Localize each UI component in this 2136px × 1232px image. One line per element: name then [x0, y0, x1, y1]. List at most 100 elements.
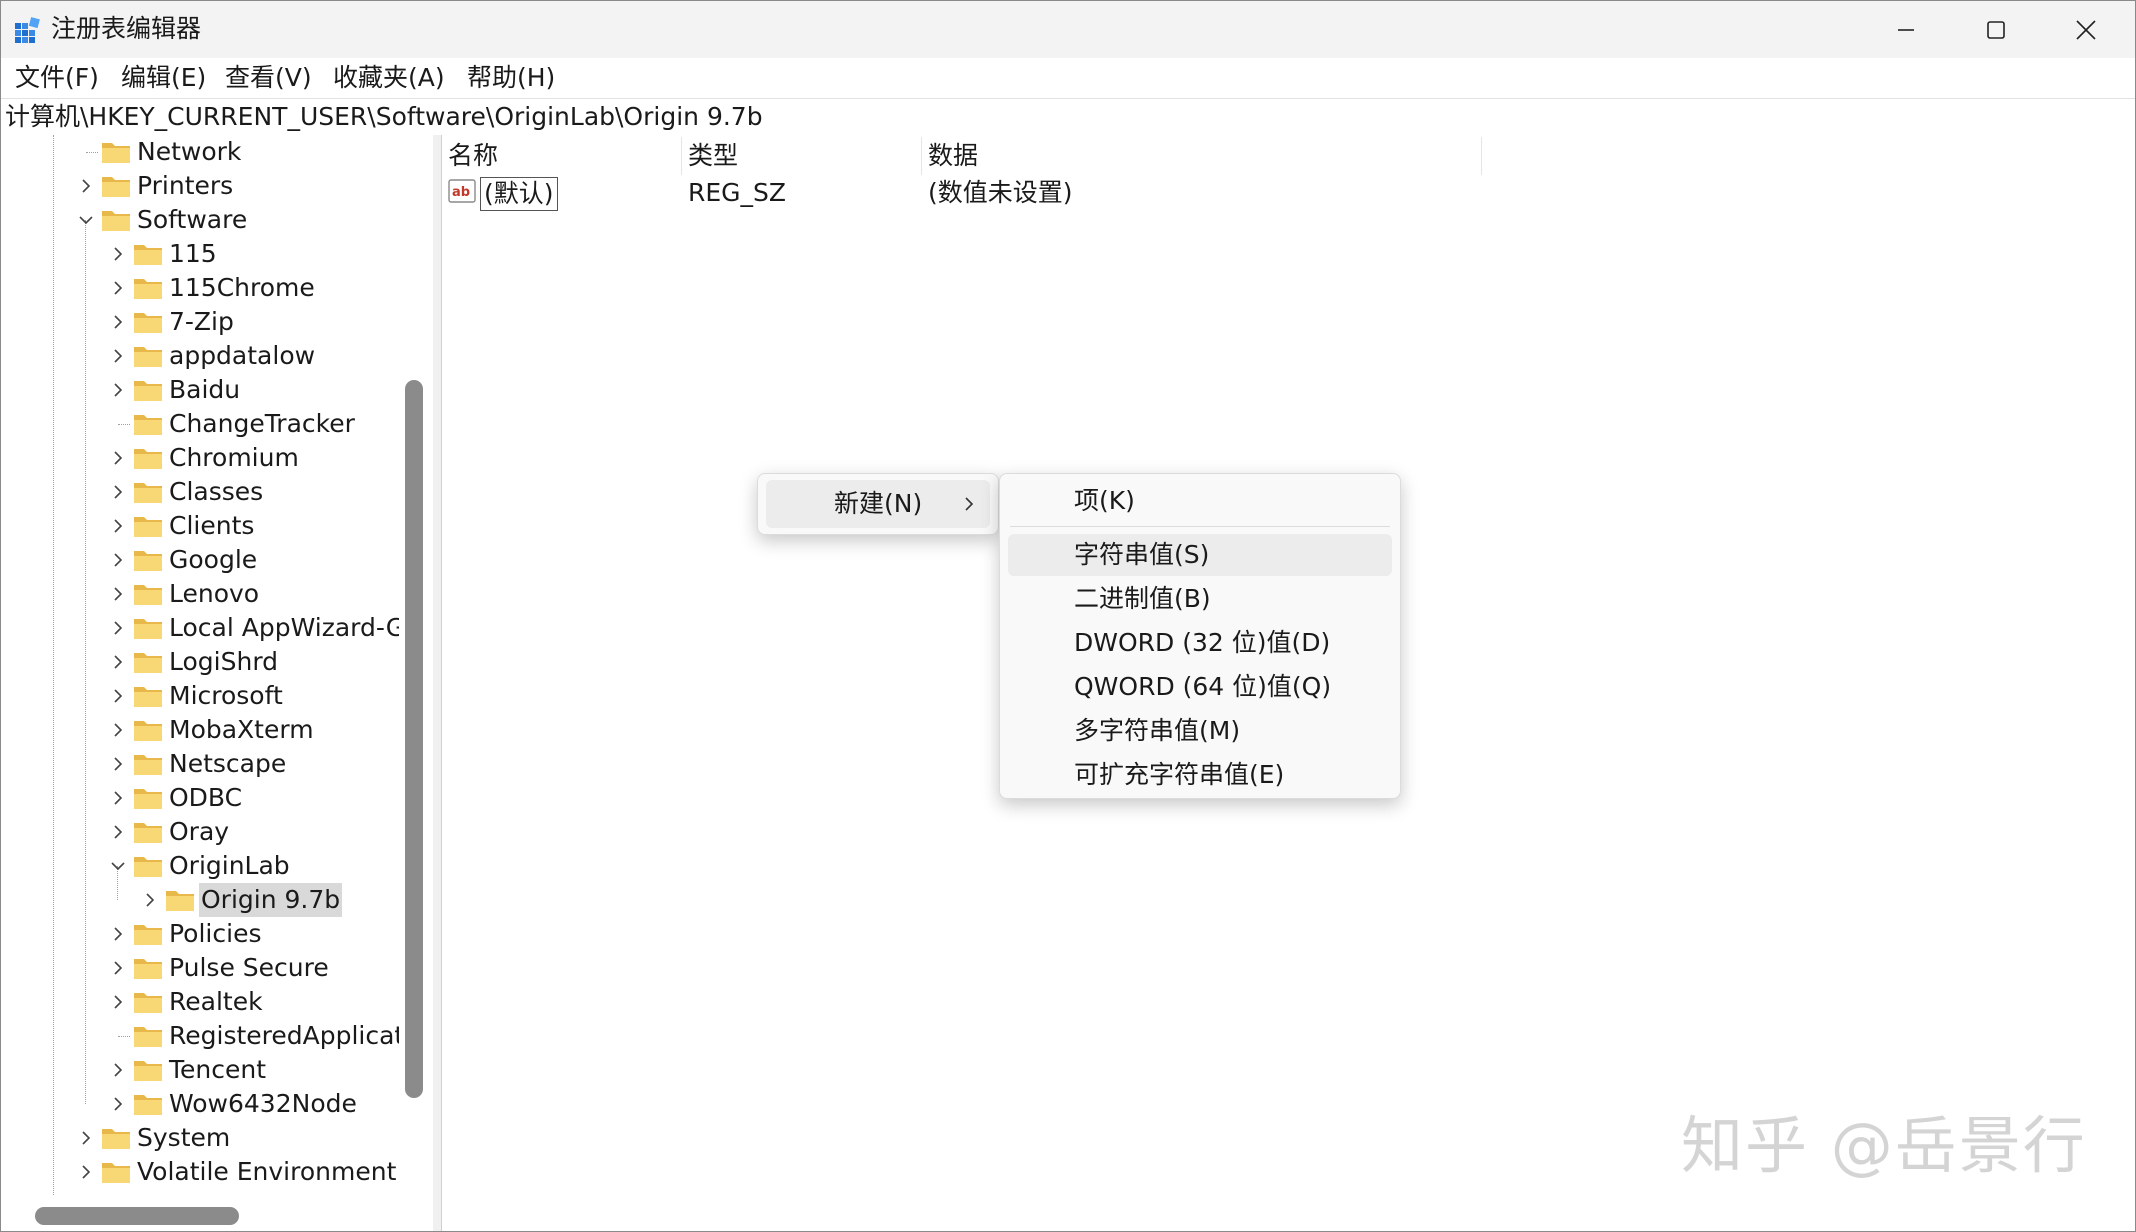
- tree-item[interactable]: Oray: [1, 815, 399, 849]
- chevron-right-icon[interactable]: [107, 611, 129, 645]
- submenu-separator: [1010, 526, 1390, 527]
- chevron-right-icon[interactable]: [107, 509, 129, 543]
- tree-item[interactable]: Origin 9.7b: [1, 883, 399, 917]
- tree-item-label: Network: [137, 137, 242, 166]
- menu-help[interactable]: 帮助(H): [463, 62, 559, 94]
- tree-item[interactable]: Baidu: [1, 373, 399, 407]
- tree-item[interactable]: Classes: [1, 475, 399, 509]
- context-menu-new[interactable]: 新建(N): [766, 480, 990, 528]
- tree-item[interactable]: LogiShrd: [1, 645, 399, 679]
- folder-icon: [102, 177, 130, 197]
- tree-vertical-scroll-thumb[interactable]: [405, 380, 423, 1098]
- submenu-item-multi-string-value[interactable]: 多字符串值(M): [1008, 710, 1392, 752]
- chevron-right-icon[interactable]: [107, 679, 129, 713]
- close-button[interactable]: [2041, 1, 2131, 58]
- tree-item[interactable]: 7-Zip: [1, 305, 399, 339]
- chevron-right-icon[interactable]: [107, 1053, 129, 1087]
- chevron-right-icon[interactable]: [75, 1155, 97, 1189]
- menu-favorites[interactable]: 收藏夹(A): [329, 62, 449, 94]
- chevron-right-icon[interactable]: [107, 305, 129, 339]
- tree-item[interactable]: Local AppWizard-Ge: [1, 611, 399, 645]
- menu-view[interactable]: 查看(V): [221, 62, 316, 94]
- chevron-right-icon[interactable]: [107, 781, 129, 815]
- chevron-right-icon[interactable]: [139, 883, 161, 917]
- folder-icon: [134, 721, 162, 741]
- tree-item[interactable]: Chromium: [1, 441, 399, 475]
- column-header-data[interactable]: 数据: [922, 137, 1482, 175]
- submenu-item-binary-value[interactable]: 二进制值(B): [1008, 578, 1392, 620]
- tree-item[interactable]: 115Chrome: [1, 271, 399, 305]
- tree-item[interactable]: Network: [1, 135, 399, 169]
- chevron-right-icon[interactable]: [107, 985, 129, 1019]
- tree-horizontal-scroll-thumb[interactable]: [35, 1207, 239, 1225]
- chevron-right-icon[interactable]: [107, 713, 129, 747]
- tree-item[interactable]: Realtek: [1, 985, 399, 1019]
- minimize-button[interactable]: [1861, 1, 1951, 58]
- chevron-right-icon[interactable]: [107, 917, 129, 951]
- value-name[interactable]: (默认): [480, 177, 558, 211]
- address-bar[interactable]: 计算机\HKEY_CURRENT_USER\Software\OriginLab…: [1, 98, 2135, 136]
- submenu-item-string-value[interactable]: 字符串值(S): [1008, 534, 1392, 576]
- chevron-right-icon[interactable]: [107, 271, 129, 305]
- folder-icon: [134, 993, 162, 1013]
- folder-icon: [166, 891, 194, 911]
- address-path[interactable]: 计算机\HKEY_CURRENT_USER\Software\OriginLab…: [5, 100, 763, 134]
- tree-item[interactable]: Netscape: [1, 747, 399, 781]
- tree-item[interactable]: Google: [1, 543, 399, 577]
- menu-file[interactable]: 文件(F): [11, 62, 103, 94]
- chevron-right-icon[interactable]: [107, 645, 129, 679]
- tree-item[interactable]: Software: [1, 203, 399, 237]
- tree-item[interactable]: Microsoft: [1, 679, 399, 713]
- chevron-right-icon[interactable]: [107, 339, 129, 373]
- tree-item[interactable]: OriginLab: [1, 849, 399, 883]
- pane-splitter[interactable]: [433, 135, 442, 1231]
- registry-editor-window: 注册表编辑器 文件(F) 编辑(E) 查看(V) 收藏夹(A) 帮助(H) 计算…: [0, 0, 2136, 1232]
- tree-item-label: Pulse Secure: [169, 953, 329, 982]
- tree-item[interactable]: ODBC: [1, 781, 399, 815]
- chevron-right-icon[interactable]: [107, 441, 129, 475]
- column-header-type[interactable]: 类型: [682, 137, 922, 175]
- chevron-right-icon[interactable]: [107, 577, 129, 611]
- chevron-right-icon[interactable]: [107, 373, 129, 407]
- menu-edit[interactable]: 编辑(E): [117, 62, 210, 94]
- tree-item-label: Origin 9.7b: [199, 883, 343, 917]
- title-bar[interactable]: 注册表编辑器: [1, 1, 2135, 58]
- chevron-right-icon[interactable]: [107, 815, 129, 849]
- tree-item[interactable]: Lenovo: [1, 577, 399, 611]
- tree-item[interactable]: MobaXterm: [1, 713, 399, 747]
- submenu-item-dword-value[interactable]: DWORD (32 位)值(D): [1008, 622, 1392, 664]
- tree-item[interactable]: Tencent: [1, 1053, 399, 1087]
- chevron-right-icon[interactable]: [107, 543, 129, 577]
- chevron-right-icon[interactable]: [75, 1121, 97, 1155]
- column-header-name[interactable]: 名称: [442, 137, 682, 175]
- tree-item[interactable]: 115: [1, 237, 399, 271]
- tree-item[interactable]: appdatalow: [1, 339, 399, 373]
- chevron-right-icon[interactable]: [107, 1087, 129, 1121]
- chevron-right-icon[interactable]: [107, 951, 129, 985]
- tree-item[interactable]: Pulse Secure: [1, 951, 399, 985]
- chevron-right-icon[interactable]: [107, 475, 129, 509]
- submenu-item-qword-value[interactable]: QWORD (64 位)值(Q): [1008, 666, 1392, 708]
- tree-item-label: Classes: [169, 477, 264, 506]
- chevron-down-icon[interactable]: [75, 203, 97, 237]
- tree-item[interactable]: ChangeTracker: [1, 407, 399, 441]
- folder-icon: [134, 449, 162, 469]
- tree-item[interactable]: System: [1, 1121, 399, 1155]
- tree-item[interactable]: RegisteredApplicati: [1, 1019, 399, 1053]
- tree-item-label: Wow6432Node: [169, 1089, 357, 1118]
- chevron-right-icon[interactable]: [75, 169, 97, 203]
- tree-item[interactable]: Policies: [1, 917, 399, 951]
- submenu-item-key[interactable]: 项(K): [1008, 480, 1392, 522]
- menu-bar: 文件(F) 编辑(E) 查看(V) 收藏夹(A) 帮助(H): [1, 58, 2135, 98]
- tree-item[interactable]: Printers: [1, 169, 399, 203]
- tree-item[interactable]: Clients: [1, 509, 399, 543]
- tree-item[interactable]: Wow6432Node: [1, 1087, 399, 1121]
- tree-item[interactable]: Volatile Environment: [1, 1155, 399, 1189]
- submenu-item-expandable-string-value[interactable]: 可扩充字符串值(E): [1008, 754, 1392, 796]
- maximize-button[interactable]: [1951, 1, 2041, 58]
- chevron-right-icon[interactable]: [107, 237, 129, 271]
- folder-icon: [134, 755, 162, 775]
- folder-icon: [102, 1129, 130, 1149]
- chevron-down-icon[interactable]: [107, 849, 129, 883]
- chevron-right-icon[interactable]: [107, 747, 129, 781]
